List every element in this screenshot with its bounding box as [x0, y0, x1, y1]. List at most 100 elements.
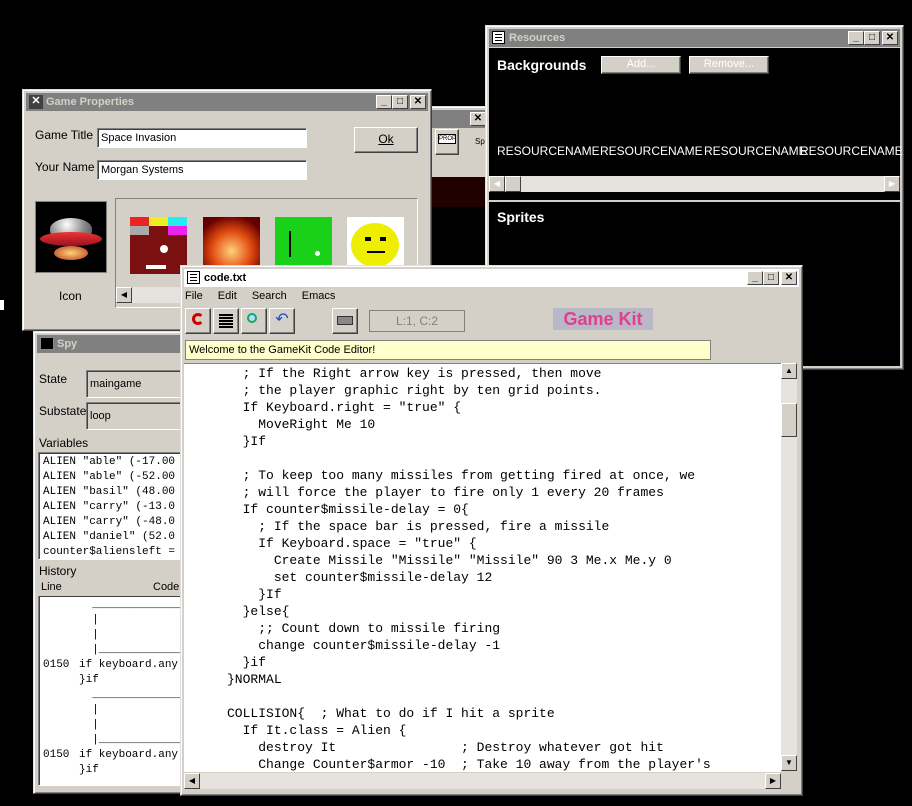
code-line: ; will force the player to fire only 1 e…: [188, 485, 664, 500]
spy-titlebar: Spy: [37, 335, 191, 353]
game-icon-image[interactable]: [35, 201, 107, 273]
variable-row[interactable]: ALIEN "carry" (-13.0: [43, 500, 193, 515]
status-message: Welcome to the GameKit Code Editor!: [185, 340, 711, 360]
substate-label: Substate: [39, 404, 87, 418]
history-row[interactable]: 0150 if keyboard.any: [43, 748, 193, 763]
print-button[interactable]: [332, 308, 358, 334]
backgrounds-label: Backgrounds: [497, 57, 587, 73]
undo-icon: ↶: [275, 311, 289, 328]
menu-edit[interactable]: Edit: [218, 290, 237, 302]
scroll-down-arrow[interactable]: ▼: [781, 755, 797, 771]
thumb-breakout[interactable]: [130, 217, 187, 274]
history-row[interactable]: }if: [43, 673, 193, 688]
history-row[interactable]: |: [43, 613, 193, 628]
close-button[interactable]: ✕: [410, 95, 426, 109]
maximize-button[interactable]: □: [763, 271, 779, 285]
gallery-scrollbar[interactable]: ◀: [116, 287, 184, 303]
scroll-up-arrow[interactable]: ▲: [781, 363, 797, 379]
variable-row[interactable]: ALIEN "basil" (48.00: [43, 485, 193, 500]
window-icon: [492, 31, 505, 44]
menu-file[interactable]: File: [185, 290, 203, 302]
resource-name-4: RESOURCENAME: [800, 144, 903, 158]
game-title-field[interactable]: Space Invasion: [97, 128, 307, 148]
dark-strip: [431, 177, 489, 207]
spy-title: Spy: [57, 338, 78, 350]
code-line: If It.class = Alien {: [188, 723, 407, 738]
menu-bar: File Edit Search Emacs: [185, 290, 335, 306]
history-col-code[interactable]: Code: [153, 581, 179, 593]
code-line: ; If the space bar is pressed, fire a mi…: [188, 519, 610, 534]
history-row[interactable]: 0150 if keyboard.any: [43, 658, 193, 673]
prop-button[interactable]: PROP: [435, 129, 459, 155]
code-line: ; the player graphic right by ten grid p…: [188, 383, 602, 398]
background-window: ✕ PROP Sp: [428, 106, 492, 207]
resources-title: Resources: [509, 32, 566, 44]
close-button[interactable]: ✕: [470, 112, 486, 126]
remove-button[interactable]: Remove...: [689, 56, 769, 74]
scroll-right-arrow[interactable]: ▶: [884, 176, 900, 192]
desktop-edge-mark: [0, 300, 4, 310]
game-properties-title: Game Properties: [46, 96, 135, 108]
scroll-left-arrow[interactable]: ◀: [184, 773, 200, 789]
code-editor-window: code.txt _ □ ✕ File Edit Search Emacs ↶ …: [180, 265, 803, 796]
add-button[interactable]: Add...: [601, 56, 681, 74]
history-row[interactable]: |_________________: [43, 643, 197, 658]
window-icon: [40, 337, 54, 350]
history-col-line[interactable]: Line: [41, 581, 62, 593]
code-text-area[interactable]: ; If the Right arrow key is pressed, the…: [184, 363, 781, 772]
close-button[interactable]: ✕: [882, 31, 898, 45]
history-label: History: [39, 564, 77, 578]
close-button[interactable]: ✕: [781, 271, 797, 285]
code-line: Create Missile "Missile" "Missile" 90 3 …: [188, 553, 672, 568]
history-row[interactable]: |_________________: [43, 733, 197, 748]
minimize-button[interactable]: _: [848, 31, 864, 45]
menu-emacs[interactable]: Emacs: [302, 290, 336, 302]
code-hscrollbar[interactable]: ◀ ▶: [184, 773, 781, 789]
minimize-button[interactable]: _: [376, 95, 392, 109]
find-button[interactable]: [241, 308, 267, 334]
background-window-titlebar: ✕: [432, 110, 488, 128]
code-line: ; To keep too many missiles from getting…: [188, 468, 696, 483]
resource-name-3: RESOURCENAME: [704, 144, 807, 158]
scroll-left-arrow[interactable]: ◀: [116, 287, 132, 303]
history-list[interactable]: _________________ | | |_________________…: [38, 596, 198, 786]
variables-list[interactable]: ALIEN "able" (-17.00 ALIEN "able" (-52.0…: [38, 452, 198, 560]
ok-button[interactable]: Ok: [354, 127, 418, 153]
cursor-position: L:1, C:2: [369, 310, 465, 332]
variable-row[interactable]: ALIEN "able" (-17.00: [43, 455, 193, 470]
scroll-right-arrow[interactable]: ▶: [765, 773, 781, 789]
format-button[interactable]: [213, 308, 239, 334]
code-line: }If: [188, 434, 267, 449]
saucer-glow: [54, 246, 88, 260]
history-row[interactable]: |: [43, 703, 193, 718]
menu-search[interactable]: Search: [252, 290, 287, 302]
history-row[interactable]: |: [43, 628, 193, 643]
maximize-button[interactable]: □: [392, 95, 408, 109]
code-line: set counter$missile-delay 12: [188, 570, 493, 585]
code-editor-titlebar: code.txt _ □ ✕: [184, 269, 799, 287]
undo-button[interactable]: ↶: [269, 308, 295, 334]
variable-row[interactable]: ALIEN "able" (-52.00: [43, 470, 193, 485]
history-row[interactable]: }if: [43, 763, 193, 778]
minimize-button[interactable]: _: [747, 271, 763, 285]
scroll-thumb[interactable]: [781, 403, 797, 437]
sp-label: Sp: [475, 137, 485, 146]
history-row[interactable]: |: [43, 718, 193, 733]
resource-name-2: RESOURCENAME: [600, 144, 703, 158]
resources-titlebar: Resources _ □ ✕: [489, 29, 900, 47]
run-script-button[interactable]: [185, 308, 211, 334]
code-vscrollbar[interactable]: ▲ ▼: [781, 363, 797, 771]
scroll-thumb[interactable]: [505, 176, 521, 192]
history-row[interactable]: _________________: [43, 598, 197, 613]
variable-row[interactable]: ALIEN "carry" (-48.0: [43, 515, 193, 530]
variable-row[interactable]: counter$aliensleft =: [43, 545, 193, 559]
your-name-field[interactable]: Morgan Systems: [97, 160, 307, 180]
maximize-button[interactable]: □: [864, 31, 880, 45]
backgrounds-scrollbar[interactable]: ◀ ▶: [489, 176, 900, 192]
spy-window: Spy State maingame Substate loop Variabl…: [33, 331, 198, 794]
history-row[interactable]: _________________: [43, 688, 197, 703]
variable-row[interactable]: ALIEN "daniel" (52.0: [43, 530, 193, 545]
code-line: }if: [188, 655, 267, 670]
scroll-left-arrow[interactable]: ◀: [489, 176, 505, 192]
